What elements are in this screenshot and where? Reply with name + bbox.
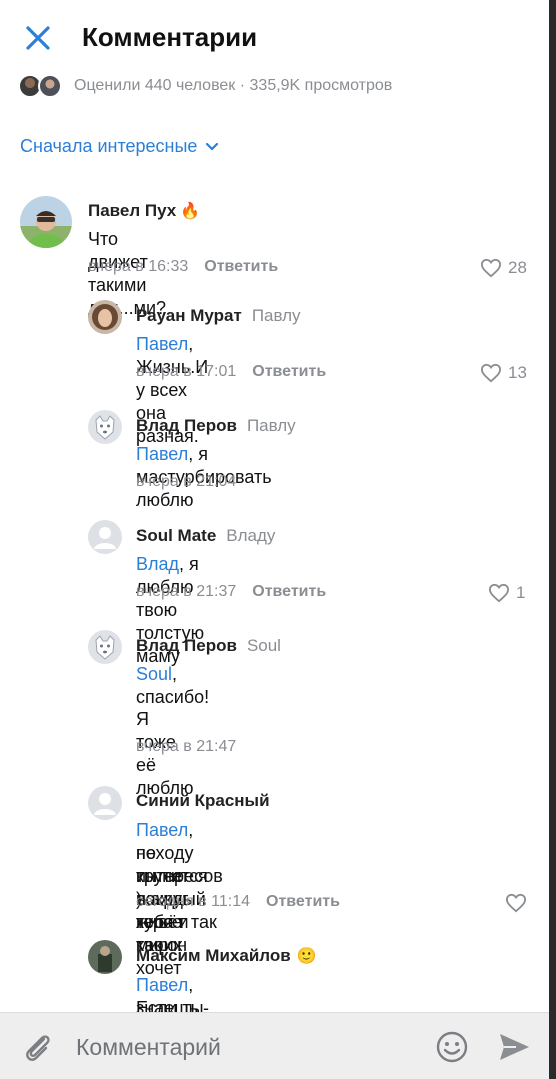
like-count: 1 <box>516 583 526 602</box>
badge-emoji: 🙂 <box>296 948 317 965</box>
heart-icon <box>480 363 502 383</box>
avatar[interactable] <box>20 196 72 248</box>
comment-composer <box>0 1012 549 1079</box>
comment-time: сегодня в 11:14 <box>136 893 251 910</box>
avatar[interactable] <box>88 786 122 820</box>
reply-to-label: Павлу <box>251 306 301 325</box>
reply-to-label: Soul <box>246 636 281 655</box>
comment-author[interactable]: Рауан Мурат <box>136 306 242 326</box>
comment-input[interactable] <box>76 1027 416 1067</box>
reply-button[interactable]: Ответить <box>252 583 326 601</box>
reply-button[interactable]: Ответить <box>252 363 326 381</box>
sort-dropdown[interactable]: Сначала интересные <box>20 136 219 157</box>
heart-icon <box>488 583 510 603</box>
comment-time: вчера в 17:01 <box>136 363 237 380</box>
comment-time: вчера в 16:33 <box>88 258 189 275</box>
comment-time: вчера в 21:37 <box>136 583 237 600</box>
badge-emoji: 🔥 <box>180 203 201 220</box>
mention-link[interactable]: Павел <box>136 334 188 354</box>
comment-author[interactable]: Синий Красный <box>136 791 270 811</box>
reply-to-label: Павлу <box>246 416 296 435</box>
likes-summary-text: Оценили 440 человек · 335,9K просмотров <box>74 77 393 94</box>
comment-author[interactable]: Влад Перов <box>136 416 237 436</box>
comments-screen: Комментарии Оценили 440 человек · 335,9K… <box>0 0 549 1079</box>
liker-avatars <box>18 74 66 98</box>
reply-button[interactable]: Ответить <box>204 258 278 276</box>
like-button[interactable]: 1 <box>488 583 525 603</box>
like-button[interactable] <box>505 893 527 913</box>
smile-icon[interactable] <box>434 1029 470 1065</box>
mention-link[interactable]: Павел <box>136 444 188 464</box>
send-icon[interactable] <box>496 1030 532 1064</box>
avatar[interactable] <box>88 300 122 334</box>
mention-link[interactable]: Павел <box>136 975 188 995</box>
paperclip-icon[interactable] <box>20 1029 56 1065</box>
like-button[interactable]: 28 <box>480 258 527 278</box>
like-button[interactable]: 13 <box>480 363 527 383</box>
avatar[interactable] <box>88 940 122 974</box>
avatar[interactable] <box>88 630 122 664</box>
comment-text: Soul, спасибо! <box>136 663 209 709</box>
comment-author[interactable]: Максим Михайлов <box>136 946 291 966</box>
top-bar: Комментарии <box>0 0 549 70</box>
comment-author[interactable]: Влад Перов <box>136 636 237 656</box>
like-count: 28 <box>508 258 527 277</box>
sort-label: Сначала интересные <box>20 136 198 156</box>
mention-link[interactable]: Влад <box>136 554 179 574</box>
avatar[interactable] <box>88 410 122 444</box>
chevron-down-icon <box>206 142 219 150</box>
comment-time: вчера в 21:47 <box>136 738 237 755</box>
comment-author[interactable]: Soul Mate <box>136 526 216 546</box>
likes-summary[interactable]: Оценили 440 человек · 335,9K просмотров <box>18 72 392 100</box>
heart-icon <box>505 893 527 913</box>
mention-link[interactable]: Soul <box>136 664 172 684</box>
reply-to-label: Владу <box>226 526 276 545</box>
screen-edge <box>549 0 556 1079</box>
heart-icon <box>480 258 502 278</box>
page-title: Комментарии <box>82 22 258 52</box>
avatar[interactable] <box>88 520 122 554</box>
reply-button[interactable]: Ответить <box>266 893 340 911</box>
comment-author[interactable]: Павел Пух <box>88 201 176 221</box>
close-icon[interactable] <box>20 20 56 56</box>
comment-time: вчера в 21:04 <box>136 473 237 490</box>
like-count: 13 <box>508 363 527 382</box>
avatar <box>38 74 62 98</box>
mention-link[interactable]: Павел <box>136 820 188 840</box>
